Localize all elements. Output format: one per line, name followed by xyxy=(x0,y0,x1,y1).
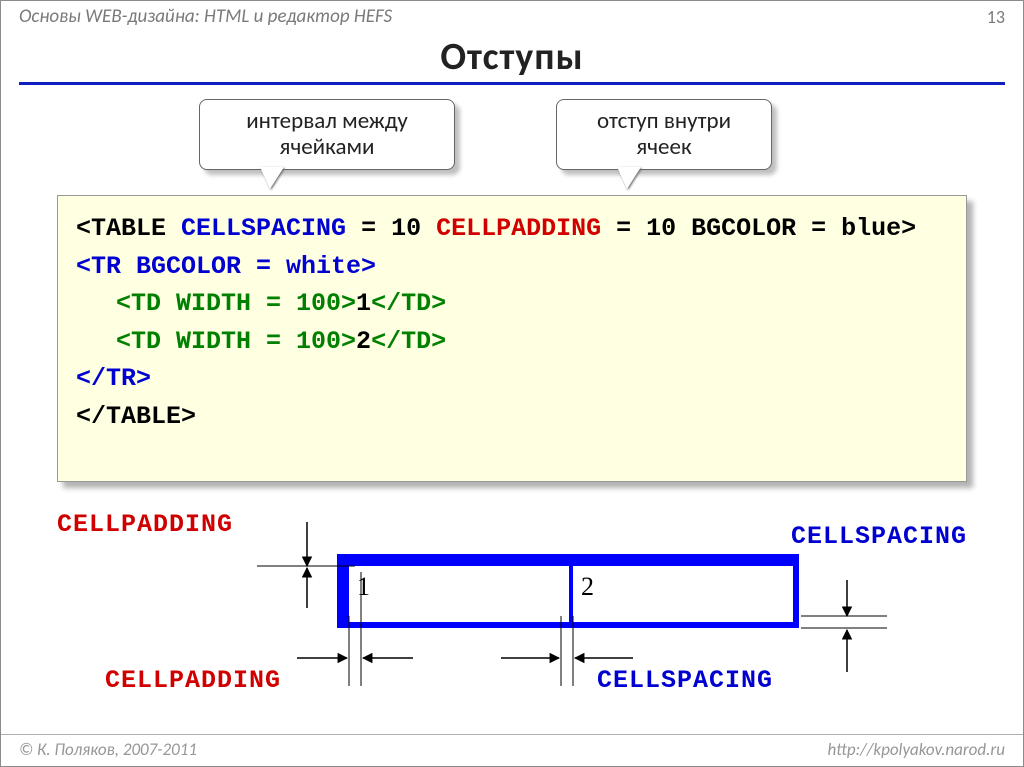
footer-url: http://kpolyakov.narod.ru xyxy=(828,739,1005,760)
slide: Основы WEB-дизайна: HTML и редактор HEFS… xyxy=(0,0,1024,767)
code-line-3: <TD WIDTH = 100>1</TD> xyxy=(76,285,948,323)
callout-cellpadding-text: отступ внутри ячеек xyxy=(597,107,731,161)
code-line-2: <TR BGCOLOR = white> xyxy=(76,248,948,286)
header: Основы WEB-дизайна: HTML и редактор HEFS… xyxy=(1,1,1023,28)
code-line-1: <TABLE CELLSPACING = 10 CELLPADDING = 10… xyxy=(76,210,948,248)
slide-title: Отступы xyxy=(1,34,1023,80)
callout-cellspacing-text: интервал между ячейками xyxy=(246,107,408,161)
diagram-arrows xyxy=(57,508,967,698)
callout-cellpadding: отступ внутри ячеек xyxy=(556,99,772,170)
footer-copyright: © К. Поляков, 2007-2011 xyxy=(19,739,197,760)
page-number: 13 xyxy=(987,6,1005,28)
code-example: <TABLE CELLSPACING = 10 CELLPADDING = 10… xyxy=(57,195,967,482)
callout-cellspacing: интервал между ячейками xyxy=(199,99,455,170)
callout-row: интервал между ячейками отступ внутри яч… xyxy=(1,85,1023,195)
footer: © К. Поляков, 2007-2011 http://kpolyakov… xyxy=(1,734,1023,766)
diagram: CELLPADDING CELLSPACING CELLPADDING CELL… xyxy=(57,508,967,698)
code-line-4: <TD WIDTH = 100>2</TD> xyxy=(76,323,948,361)
code-line-5: </TR> xyxy=(76,360,948,398)
header-subject: Основы WEB-дизайна: HTML и редактор HEFS xyxy=(19,5,392,28)
code-line-6: </TABLE> xyxy=(76,398,948,436)
